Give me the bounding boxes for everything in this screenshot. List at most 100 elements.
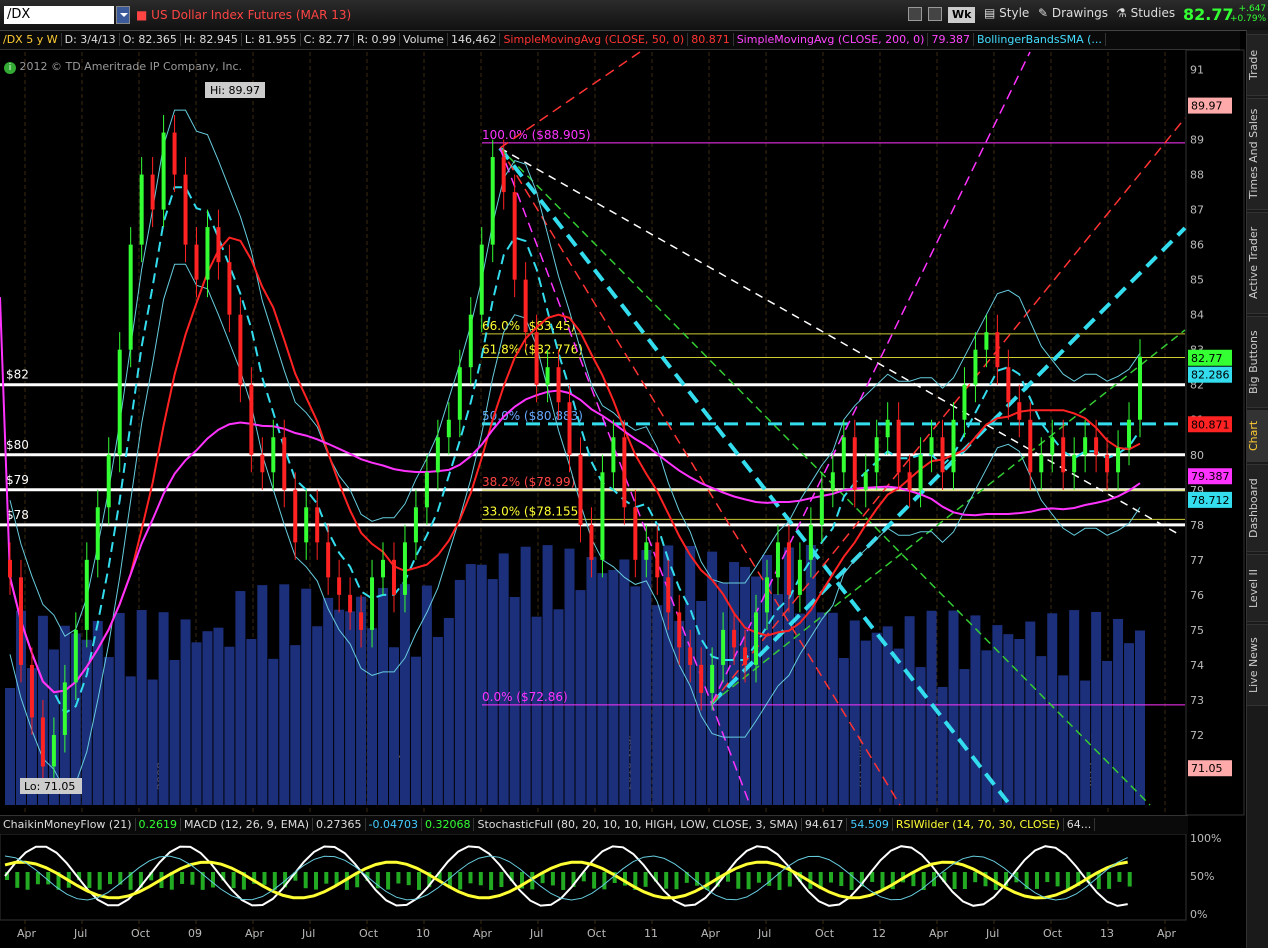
candle-body (1028, 419, 1033, 473)
tab-times-and-sales[interactable]: Times And Sales (1247, 98, 1268, 210)
candle-body (710, 664, 715, 693)
candle-body (929, 437, 934, 455)
y-tick-label: 86 (1190, 239, 1204, 252)
candle-body (348, 594, 353, 613)
volume-bar (443, 617, 454, 805)
macd-value-3: 0.32068 (421, 818, 475, 831)
price-chart[interactable]: 7172737475767778798081828384858687888990… (0, 0, 1246, 948)
cmf-bar (489, 872, 494, 890)
volume-bar (202, 631, 213, 805)
tab-active-trader[interactable]: Active Trader (1247, 212, 1268, 314)
cmf-bar (1065, 872, 1070, 890)
tab-chart[interactable]: Chart (1247, 410, 1268, 462)
volume-bar (619, 559, 630, 805)
x-tick-label: Apr (1157, 927, 1177, 940)
candle-body (512, 192, 517, 280)
candle-body (874, 437, 879, 473)
cmf-bar (664, 872, 669, 889)
volume-bar (246, 639, 257, 805)
macd-label[interactable]: MACD (12, 26, 9, EMA) (181, 818, 314, 831)
candle-body (282, 437, 287, 490)
horizontal-level-label: $79 (6, 473, 29, 487)
cmf-bar (87, 872, 92, 888)
cmf-bar (1055, 872, 1060, 887)
volume-bar (399, 584, 410, 805)
cmf-bar (674, 872, 679, 890)
candle-body (1061, 437, 1066, 473)
volume-bar (575, 590, 586, 805)
volume-bar (334, 609, 345, 805)
volume-bar (169, 659, 180, 805)
candle-body (183, 174, 188, 245)
cmf-label[interactable]: ChaikinMoneyFlow (21) (0, 818, 136, 831)
candle-body (227, 262, 232, 315)
candle-body (852, 437, 857, 490)
volume-bar (410, 656, 421, 805)
x-tick-label: Apr (473, 927, 493, 940)
candle-body (984, 332, 989, 350)
cmf-bar (1117, 872, 1122, 882)
tab-dashboard[interactable]: Dashboard (1247, 464, 1268, 552)
rsi-label[interactable]: RSIWilder (14, 70, 30, CLOSE) (892, 818, 1064, 831)
candle-body (468, 314, 473, 368)
cmf-bar (417, 872, 421, 890)
cmf-bar (108, 872, 112, 885)
cmf-bar (386, 872, 391, 890)
volume-bar (992, 625, 1003, 805)
fib-level-label: 33.0% ($78.155) (482, 504, 583, 518)
volume-bar (893, 648, 904, 805)
y-tick-label: 91 (1190, 64, 1204, 77)
x-tick-label: Oct (131, 927, 151, 940)
candle-body (40, 717, 45, 767)
candle-body (304, 507, 309, 543)
candle-body (885, 419, 890, 438)
volume-bar (1036, 656, 1047, 805)
tab-level-ii[interactable]: Level II (1247, 554, 1268, 622)
volume-bar (235, 591, 246, 805)
volume-bar (5, 688, 15, 805)
cmf-bar (1045, 872, 1050, 883)
x-tick-label: Apr (701, 927, 721, 940)
y-tick-label: 84 (1190, 309, 1204, 322)
candle-body (337, 577, 342, 595)
cmf-bar (262, 872, 267, 885)
volume-bar (816, 612, 827, 805)
x-tick-label: Apr (17, 927, 37, 940)
candle-body (84, 559, 89, 630)
candle-body (413, 507, 418, 543)
tab-big-buttons[interactable]: Big Buttons (1247, 316, 1268, 408)
volume-bar (849, 620, 860, 805)
volume-bar (158, 612, 169, 805)
volume-bar (388, 647, 399, 805)
volume-bar (465, 564, 476, 805)
cmf-bar (561, 872, 566, 890)
candle-body (611, 437, 616, 473)
volume-bar (290, 645, 301, 805)
candle-body (677, 612, 682, 648)
candle-body (655, 542, 660, 578)
volume-bar (301, 588, 312, 805)
x-tick-label: Oct (815, 927, 835, 940)
candle-body (666, 577, 671, 613)
y-tick-label: 76 (1190, 589, 1204, 602)
volume-bar (871, 632, 882, 805)
volume-bar (1003, 634, 1014, 805)
volume-bar (794, 613, 805, 805)
cmf-bar (829, 872, 833, 883)
volume-bar (1135, 630, 1145, 805)
price-bubble-label: 71.05 (1191, 762, 1223, 775)
candle-body (194, 244, 199, 280)
volume-bar (597, 573, 608, 805)
study-axis-label: 50% (1190, 870, 1214, 883)
candle-body (578, 454, 583, 525)
x-tick-label: Oct (359, 927, 379, 940)
y-tick-label: 87 (1190, 204, 1204, 217)
stoch-label[interactable]: StochasticFull (80, 20, 10, 10, HIGH, LO… (474, 818, 802, 831)
tab-live-news[interactable]: Live News (1247, 624, 1268, 706)
candle-body (216, 227, 221, 263)
candle-body (1039, 454, 1044, 473)
tab-trade[interactable]: Trade (1247, 34, 1268, 96)
candle-body (501, 157, 506, 193)
volume-bar (970, 615, 981, 805)
candle-body (1105, 454, 1110, 473)
